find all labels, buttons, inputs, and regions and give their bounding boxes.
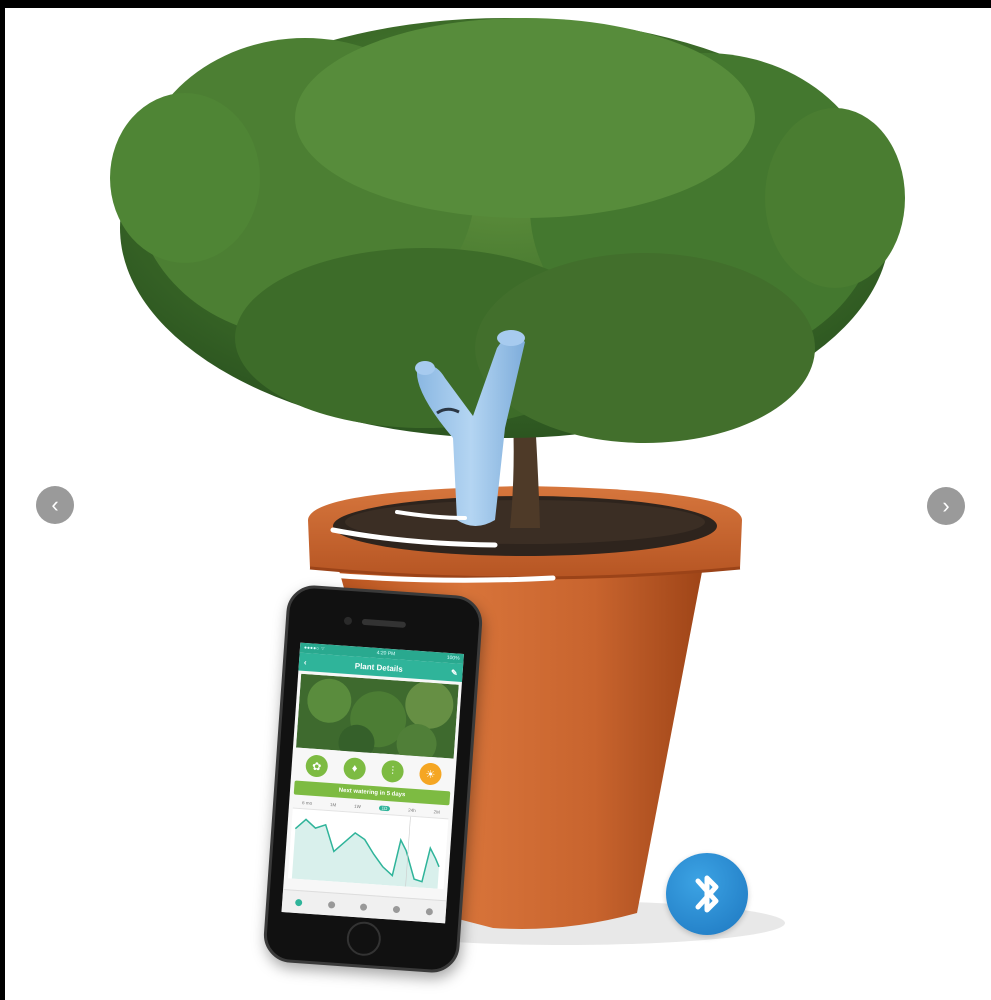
- phone-screen: ●●●●○ ⌔ 4:20 PM 100% ‹ Plant Details ✎ ✿…: [281, 642, 464, 924]
- water-drop-icon[interactable]: ♦: [342, 756, 367, 781]
- plant-photo: [296, 673, 459, 764]
- signal-indicator: ●●●●○ ⌔: [303, 644, 326, 653]
- bluetooth-icon: [695, 875, 719, 913]
- guide-tab-icon[interactable]: [360, 902, 368, 911]
- previous-slide-button[interactable]: ‹: [36, 486, 74, 524]
- range-tab-active[interactable]: 1D: [378, 805, 391, 812]
- range-tab[interactable]: 1W: [354, 804, 361, 809]
- smartphone: ●●●●○ ⌔ 4:20 PM 100% ‹ Plant Details ✎ ✿…: [262, 583, 484, 975]
- product-scene: [110, 18, 905, 945]
- next-slide-button[interactable]: ›: [927, 487, 965, 525]
- back-icon[interactable]: ‹: [304, 657, 307, 666]
- range-tab[interactable]: 1M: [330, 802, 337, 807]
- range-tab[interactable]: 6 mo: [302, 800, 312, 806]
- calendar-tab-icon[interactable]: [327, 900, 336, 909]
- product-gallery: ●●●●○ ⌔ 4:20 PM 100% ‹ Plant Details ✎ ✿…: [5, 8, 991, 1000]
- battery-indicator: 100%: [446, 654, 460, 662]
- range-tab[interactable]: 24h: [408, 808, 416, 814]
- edit-icon[interactable]: ✎: [451, 668, 458, 677]
- chevron-right-icon: ›: [942, 493, 950, 518]
- bluetooth-badge: [666, 853, 748, 935]
- fertilizer-icon[interactable]: ✿: [305, 754, 329, 778]
- moisture-graph: [287, 807, 449, 890]
- thermometer-icon[interactable]: ⫶: [380, 759, 405, 784]
- sensor-tab-icon[interactable]: [393, 905, 401, 913]
- range-tab[interactable]: 2M: [433, 809, 440, 814]
- plant-tab-icon[interactable]: [294, 898, 303, 906]
- chevron-left-icon: ‹: [51, 492, 59, 517]
- sun-icon[interactable]: ☀: [418, 762, 443, 786]
- app-title: Plant Details: [354, 660, 404, 674]
- status-time: 4:20 PM: [376, 649, 396, 658]
- settings-tab-icon[interactable]: [425, 907, 434, 915]
